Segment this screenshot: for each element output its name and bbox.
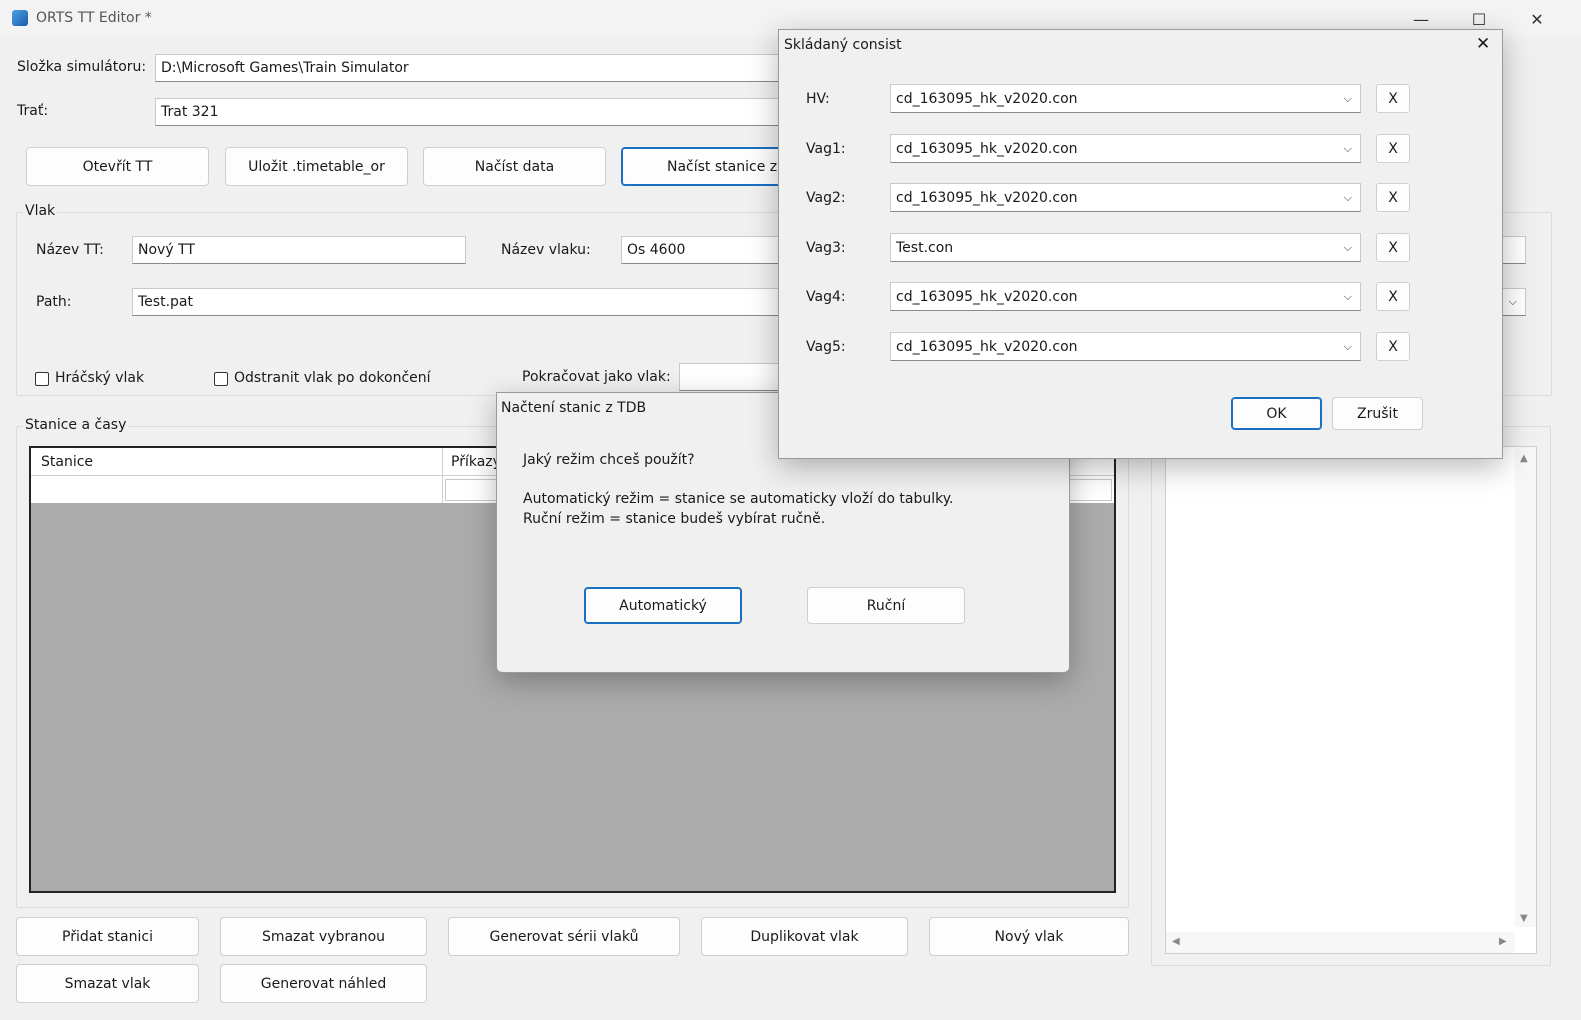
train-group-title: Vlak — [23, 203, 58, 219]
horizontal-scrollbar[interactable]: ◀ ▶ — [1166, 932, 1515, 953]
chevron-down-icon: ⌵ — [1343, 190, 1352, 204]
remove-row-button[interactable]: X — [1376, 332, 1410, 361]
manual-button[interactable]: Ruční — [807, 587, 965, 624]
consist-row-label: Vag5: — [806, 339, 846, 355]
tt-name-label: Název TT: — [36, 242, 104, 258]
route-input[interactable]: Trat 321 — [155, 98, 795, 126]
chevron-down-icon: ⌵ — [1343, 91, 1352, 105]
scroll-left-icon[interactable]: ◀ — [1172, 936, 1180, 947]
consist-row-label: Vag3: — [806, 240, 846, 256]
consist-row-label: Vag1: — [806, 141, 846, 157]
stations-group-title: Stanice a časy — [23, 417, 129, 433]
route-label: Trať: — [17, 103, 49, 119]
continue-as-label: Pokračovat jako vlak: — [522, 369, 671, 385]
combo-value: cd_163095_hk_v2020.con — [896, 140, 1078, 157]
tdb-manual-desc: Ruční režim = stanice budeš vybírat ručn… — [523, 511, 826, 527]
new-train-button[interactable]: Nový vlak — [929, 917, 1129, 956]
scroll-up-icon[interactable]: ▲ — [1520, 453, 1528, 464]
add-station-button[interactable]: Přidat stanici — [16, 917, 199, 956]
tdb-question: Jaký režim chceš použít? — [523, 452, 695, 468]
consist-row-combo[interactable]: cd_163095_hk_v2020.con ⌵ — [890, 282, 1361, 311]
chevron-down-icon: ⌵ — [1508, 295, 1517, 308]
open-tt-button[interactable]: Otevřít TT — [26, 147, 209, 186]
remove-after-checkbox[interactable] — [214, 372, 228, 386]
remove-row-button[interactable]: X — [1376, 282, 1410, 311]
consist-row-combo[interactable]: cd_163095_hk_v2020.con ⌵ — [890, 332, 1361, 361]
close-icon[interactable]: ✕ — [1476, 34, 1490, 54]
consist-dialog: Skládaný consist ✕ HV: cd_163095_hk_v202… — [778, 29, 1503, 459]
combo-value: cd_163095_hk_v2020.con — [896, 338, 1078, 355]
player-train-checkbox[interactable] — [35, 372, 49, 386]
sim-folder-input[interactable]: D:\Microsoft Games\Train Simulator — [155, 54, 795, 82]
combo-value: cd_163095_hk_v2020.con — [896, 288, 1078, 305]
load-stations-button[interactable]: Načíst stanice z T — [621, 147, 804, 186]
remove-row-button[interactable]: X — [1376, 183, 1410, 212]
tdb-auto-desc: Automatický režim = stanice se automatic… — [523, 491, 954, 507]
chevron-down-icon: ⌵ — [1343, 240, 1352, 254]
train-name-label: Název vlaku: — [501, 242, 591, 258]
chevron-down-icon: ⌵ — [1343, 339, 1352, 353]
save-tt-button[interactable]: Uložit .timetable_or — [225, 147, 408, 186]
consist-row-label: HV: — [806, 91, 830, 107]
combo-value: cd_163095_hk_v2020.con — [896, 189, 1078, 206]
duplicate-train-button[interactable]: Duplikovat vlak — [701, 917, 908, 956]
delete-selected-button[interactable]: Smazat vybranou — [220, 917, 427, 956]
consist-row-combo[interactable]: cd_163095_hk_v2020.con ⌵ — [890, 84, 1361, 113]
automatic-button[interactable]: Automatický — [584, 587, 742, 624]
path-input[interactable]: Test.pat — [132, 288, 802, 316]
remove-after-label: Odstranit vlak po dokončení — [234, 370, 431, 386]
close-button[interactable]: ✕ — [1514, 6, 1560, 32]
path-label: Path: — [36, 294, 72, 310]
consist-dialog-title: Skládaný consist — [784, 37, 902, 53]
col-header-commands[interactable]: Příkazy — [451, 454, 501, 470]
remove-row-button[interactable]: X — [1376, 134, 1410, 163]
generate-preview-button[interactable]: Generovat náhled — [220, 964, 427, 1003]
consist-row-label: Vag2: — [806, 190, 846, 206]
chevron-down-icon: ⌵ — [1343, 289, 1352, 303]
consist-row-combo[interactable]: Test.con ⌵ — [890, 233, 1361, 262]
load-data-button[interactable]: Načíst data — [423, 147, 606, 186]
scroll-right-icon[interactable]: ▶ — [1499, 936, 1507, 947]
combo-value: cd_163095_hk_v2020.con — [896, 90, 1078, 107]
window-title: ORTS TT Editor * — [36, 10, 152, 26]
tt-name-input[interactable]: Nový TT — [132, 236, 466, 264]
train-name-input[interactable]: Os 4600 — [621, 236, 801, 264]
consist-row-combo[interactable]: cd_163095_hk_v2020.con ⌵ — [890, 183, 1361, 212]
delete-train-button[interactable]: Smazat vlak — [16, 964, 199, 1003]
chevron-down-icon: ⌵ — [1343, 141, 1352, 155]
tdb-dialog-title: Načtení stanic z TDB — [501, 400, 647, 416]
app-icon — [12, 10, 28, 26]
scroll-down-icon[interactable]: ▼ — [1520, 913, 1528, 924]
combo-value: Test.con — [896, 239, 954, 256]
sim-folder-label: Složka simulátoru: — [17, 59, 147, 75]
col-divider — [442, 476, 443, 503]
right-list[interactable]: ▲ ▼ ◀ ▶ — [1165, 446, 1537, 954]
consist-row-label: Vag4: — [806, 289, 846, 305]
player-train-label: Hráčský vlak — [55, 370, 145, 386]
generate-series-button[interactable]: Generovat sérii vlaků — [448, 917, 680, 956]
consist-row-combo[interactable]: cd_163095_hk_v2020.con ⌵ — [890, 134, 1361, 163]
vertical-scrollbar[interactable]: ▲ ▼ — [1515, 447, 1536, 927]
col-divider — [442, 448, 443, 476]
remove-row-button[interactable]: X — [1376, 84, 1410, 113]
remove-row-button[interactable]: X — [1376, 233, 1410, 262]
cancel-button[interactable]: Zrušit — [1332, 397, 1423, 430]
ok-button[interactable]: OK — [1231, 397, 1322, 430]
col-header-station[interactable]: Stanice — [41, 454, 93, 470]
